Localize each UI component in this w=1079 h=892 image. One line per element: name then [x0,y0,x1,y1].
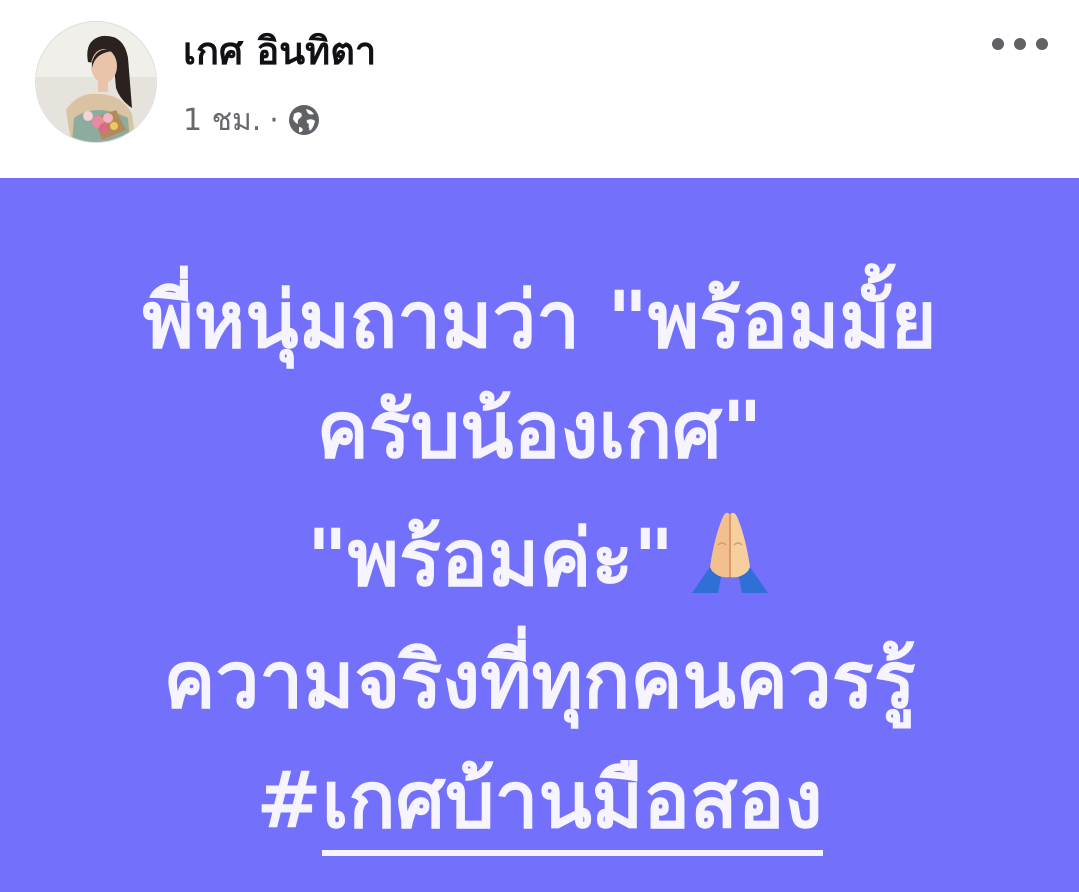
post-text-line-2: ครับน้องเกศ" [316,386,763,476]
more-options-button[interactable] [984,24,1056,64]
more-options-icon [992,38,1048,50]
post-text-card[interactable]: พี่หนุ่มถามว่า "พร้อมมั้ย ครับน้องเกศ" "… [0,178,1079,892]
avatar-image [36,22,156,142]
globe-icon[interactable] [287,103,321,137]
meta-separator: · [269,102,279,138]
folded-hands-icon [688,505,772,617]
post-header: เกศ อินทิตา 1 ชม. · [0,0,1079,178]
post-text-line-5: #เกศบ้านมือสอง [0,753,1079,856]
post-text-line-4: ความจริงที่ทุกคนควรรู้ [163,636,916,726]
post-timestamp[interactable]: 1 ชม. [183,97,261,144]
author-name[interactable]: เกศ อินทิตา [183,28,376,74]
hashtag-prefix: # [256,756,322,846]
post-text-line-3: "พร้อมค่ะ" [0,505,1079,617]
post-text-line-3-text: "พร้อมค่ะ" [307,514,674,604]
author-avatar[interactable] [36,22,156,142]
hashtag-link[interactable]: เกศบ้านมือสอง [321,756,823,856]
post-text-line-1: พี่หนุ่มถามว่า "พร้อมมั้ย [142,276,937,366]
post-meta: 1 ชม. · [183,98,321,142]
